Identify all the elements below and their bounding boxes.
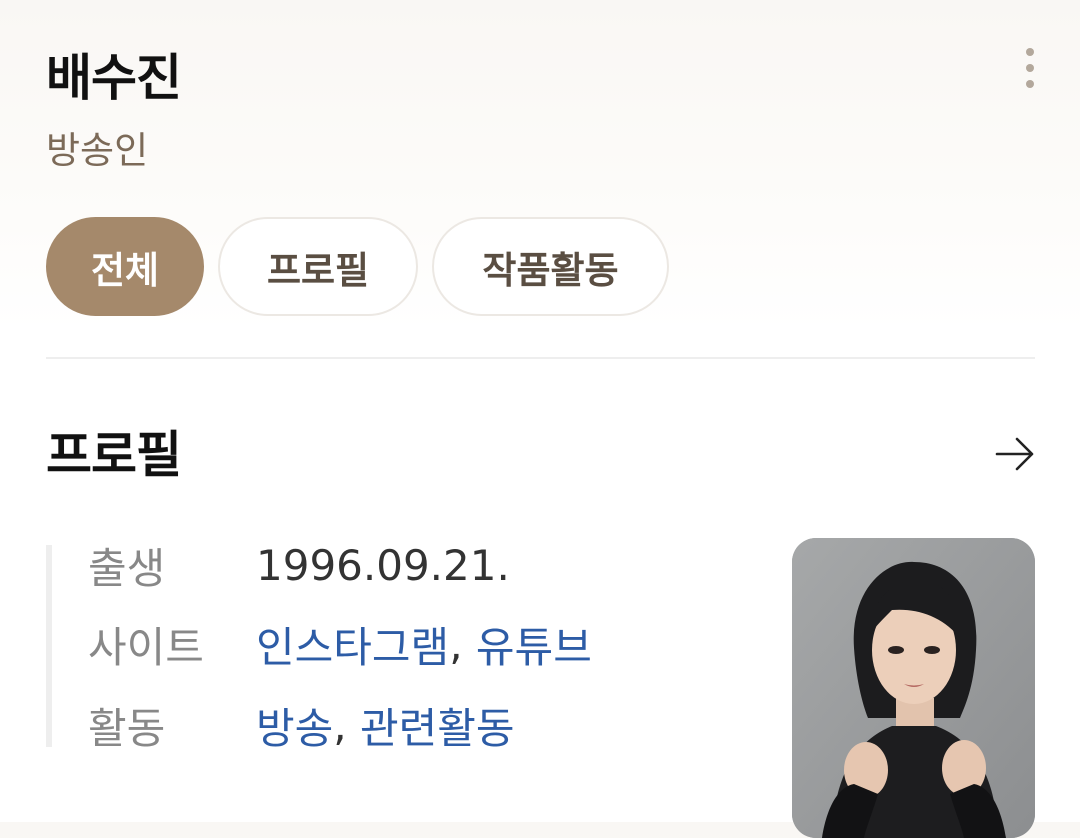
instagram-link[interactable]: 인스타그램 [256,614,449,675]
occupation-label: 방송인 [46,129,149,172]
section-title-profile: 프로필 [46,426,182,484]
profile-name: 배수진 [46,49,182,107]
info-row-site: 사이트 인스타그램, 유튜브 [88,614,592,674]
youtube-link[interactable]: 유튜브 [476,614,592,675]
tab-bar: 전체 프로필 작품활동 [46,217,683,318]
birth-label: 출생 [88,543,166,593]
related-activity-link[interactable]: 관련활동 [360,695,515,756]
activity-label: 활동 [88,703,166,753]
broadcast-link[interactable]: 방송 [256,695,333,756]
tab-profile[interactable]: 프로필 [218,217,418,316]
info-row-birth: 출생 1996.09.21. [88,535,510,595]
birth-value: 1996.09.21. [256,540,510,590]
site-label: 사이트 [88,622,204,672]
separator: , [333,700,347,750]
tab-works[interactable]: 작품활동 [432,217,669,316]
divider [46,357,1035,359]
more-options-icon[interactable] [1010,44,1050,92]
tab-all[interactable]: 전체 [46,217,204,316]
profile-photo[interactable] [792,538,1035,838]
info-list-accent-bar [46,545,52,747]
arrow-right-icon[interactable] [993,432,1037,476]
info-row-activity: 활동 방송, 관련활동 [88,695,515,755]
portrait-image [792,538,1035,838]
separator: , [449,619,463,669]
